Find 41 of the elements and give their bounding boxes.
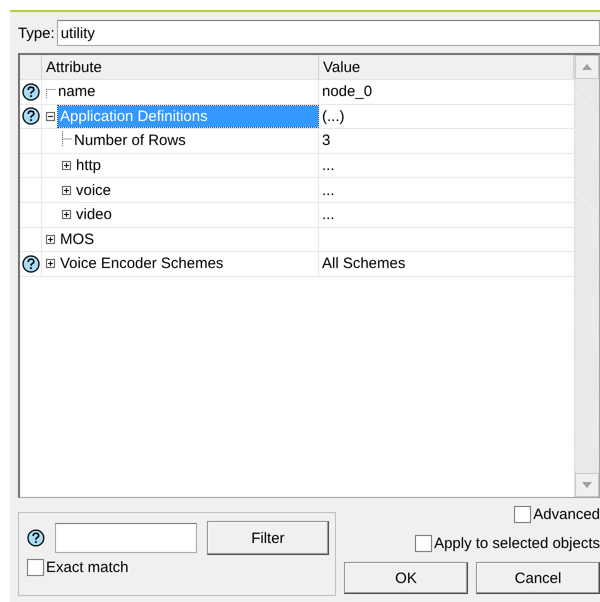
tree-line-icon <box>46 88 56 98</box>
attribute-value: ... <box>322 182 335 199</box>
down-arrow-icon <box>582 482 592 488</box>
apply-checkbox[interactable]: Apply to selected objects <box>415 535 600 552</box>
attribute-name[interactable]: Voice Encoder Schemes <box>58 253 226 274</box>
help-icon[interactable] <box>22 254 40 273</box>
advanced-checkbox[interactable]: Advanced <box>514 506 600 523</box>
up-arrow-icon <box>582 64 592 70</box>
attribute-name[interactable]: http <box>74 155 104 176</box>
help-icon[interactable] <box>27 529 45 547</box>
filter-field[interactable] <box>54 523 197 553</box>
plus-icon[interactable] <box>62 186 71 195</box>
type-label: Type: <box>18 24 55 42</box>
attribute-name[interactable]: name <box>56 81 98 102</box>
attribute-value: node_0 <box>322 83 372 100</box>
attribute-value: ... <box>322 157 335 174</box>
checkbox[interactable] <box>27 559 44 576</box>
minus-icon[interactable] <box>46 112 55 121</box>
attribute-name[interactable]: MOS <box>58 228 96 250</box>
attribute-value: 3 <box>322 132 330 150</box>
tree-line-icon <box>62 130 72 147</box>
plus-icon[interactable] <box>46 259 55 268</box>
plus-icon[interactable] <box>46 234 55 244</box>
attribute-value: (...) <box>322 108 344 125</box>
attribute-value: All Schemes <box>322 255 406 272</box>
filter-button[interactable]: Filter <box>206 521 329 555</box>
attribute-name[interactable]: video <box>74 204 114 226</box>
plus-icon[interactable] <box>62 210 71 220</box>
type-field[interactable]: utility <box>56 20 600 46</box>
attribute-value: ... <box>322 206 335 224</box>
dialog-button[interactable]: OK <box>344 562 468 594</box>
dialog-button[interactable]: Cancel <box>476 562 600 594</box>
attribute-name[interactable]: Number of Rows <box>72 130 188 152</box>
help-icon[interactable] <box>22 107 40 126</box>
attribute-name[interactable]: voice <box>74 180 114 201</box>
column-header[interactable]: Attribute <box>42 55 319 79</box>
exact-match-checkbox[interactable]: Exact match <box>27 559 329 576</box>
plus-icon[interactable] <box>62 161 71 170</box>
help-icon[interactable] <box>22 82 40 101</box>
checkbox[interactable] <box>514 506 532 523</box>
checkbox[interactable] <box>415 535 432 552</box>
